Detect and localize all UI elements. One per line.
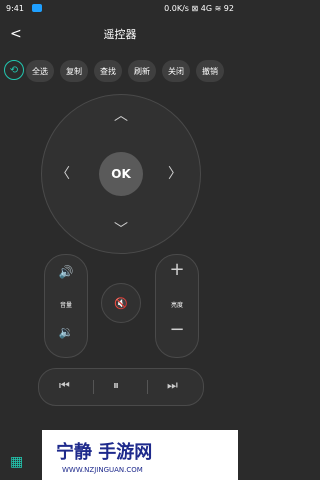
cycle-icon[interactable]: ⟲ [4, 60, 24, 80]
pause-icon[interactable]: ⏸ [113, 378, 119, 393]
notification-icon [32, 4, 42, 12]
page-title: 遥控器 [103, 28, 137, 41]
watermark-url: WWW.NZJINGUAN.COM [62, 466, 143, 474]
brightness-down-icon[interactable]: − [156, 319, 198, 340]
chip-find[interactable]: 查找 [94, 60, 122, 82]
volume-up-icon[interactable]: 🔊 [45, 265, 87, 279]
watermark-title: 宁静 手游网 [56, 442, 153, 463]
ok-button[interactable]: OK [99, 152, 143, 196]
status-right: 0.0K/s ⊠ 4G ≋ 92 [164, 4, 234, 13]
chip-select-all[interactable]: 全选 [26, 60, 54, 82]
dpad: ︿ ﹀ 〈 〉 OK [41, 94, 201, 254]
down-arrow-icon[interactable]: ﹀ [114, 219, 128, 239]
chip-copy[interactable]: 复制 [60, 60, 88, 82]
mute-icon: 🔇 [114, 296, 128, 310]
volume-label: 音量 [59, 302, 72, 309]
next-track-icon[interactable]: ⏭ [167, 378, 178, 393]
mute-button[interactable]: 🔇 [101, 283, 141, 323]
chip-undo[interactable]: 撤销 [196, 60, 224, 82]
chip-refresh[interactable]: 刷新 [128, 60, 156, 82]
brightness-control: + 亮度 − [155, 254, 199, 358]
chip-close[interactable]: 关闭 [162, 60, 190, 82]
status-time: 9:41 [6, 4, 24, 13]
brightness-label: 亮度 [170, 302, 183, 309]
right-arrow-icon[interactable]: 〉 [168, 163, 182, 183]
brightness-up-icon[interactable]: + [156, 259, 198, 280]
left-arrow-icon[interactable]: 〈 [56, 163, 70, 183]
volume-control: 🔊 音量 🔉 [44, 254, 88, 358]
volume-down-icon[interactable]: 🔉 [45, 325, 87, 339]
previous-track-icon[interactable]: ⏮ [59, 378, 70, 393]
grid-icon[interactable]: ▦ [10, 454, 23, 470]
status-bar: 9:41 0.0K/s ⊠ 4G ≋ 92 [0, 0, 240, 18]
up-arrow-icon[interactable]: ︿ [114, 105, 128, 125]
media-controls: ⏮ ⏸ ⏭ [38, 368, 204, 406]
